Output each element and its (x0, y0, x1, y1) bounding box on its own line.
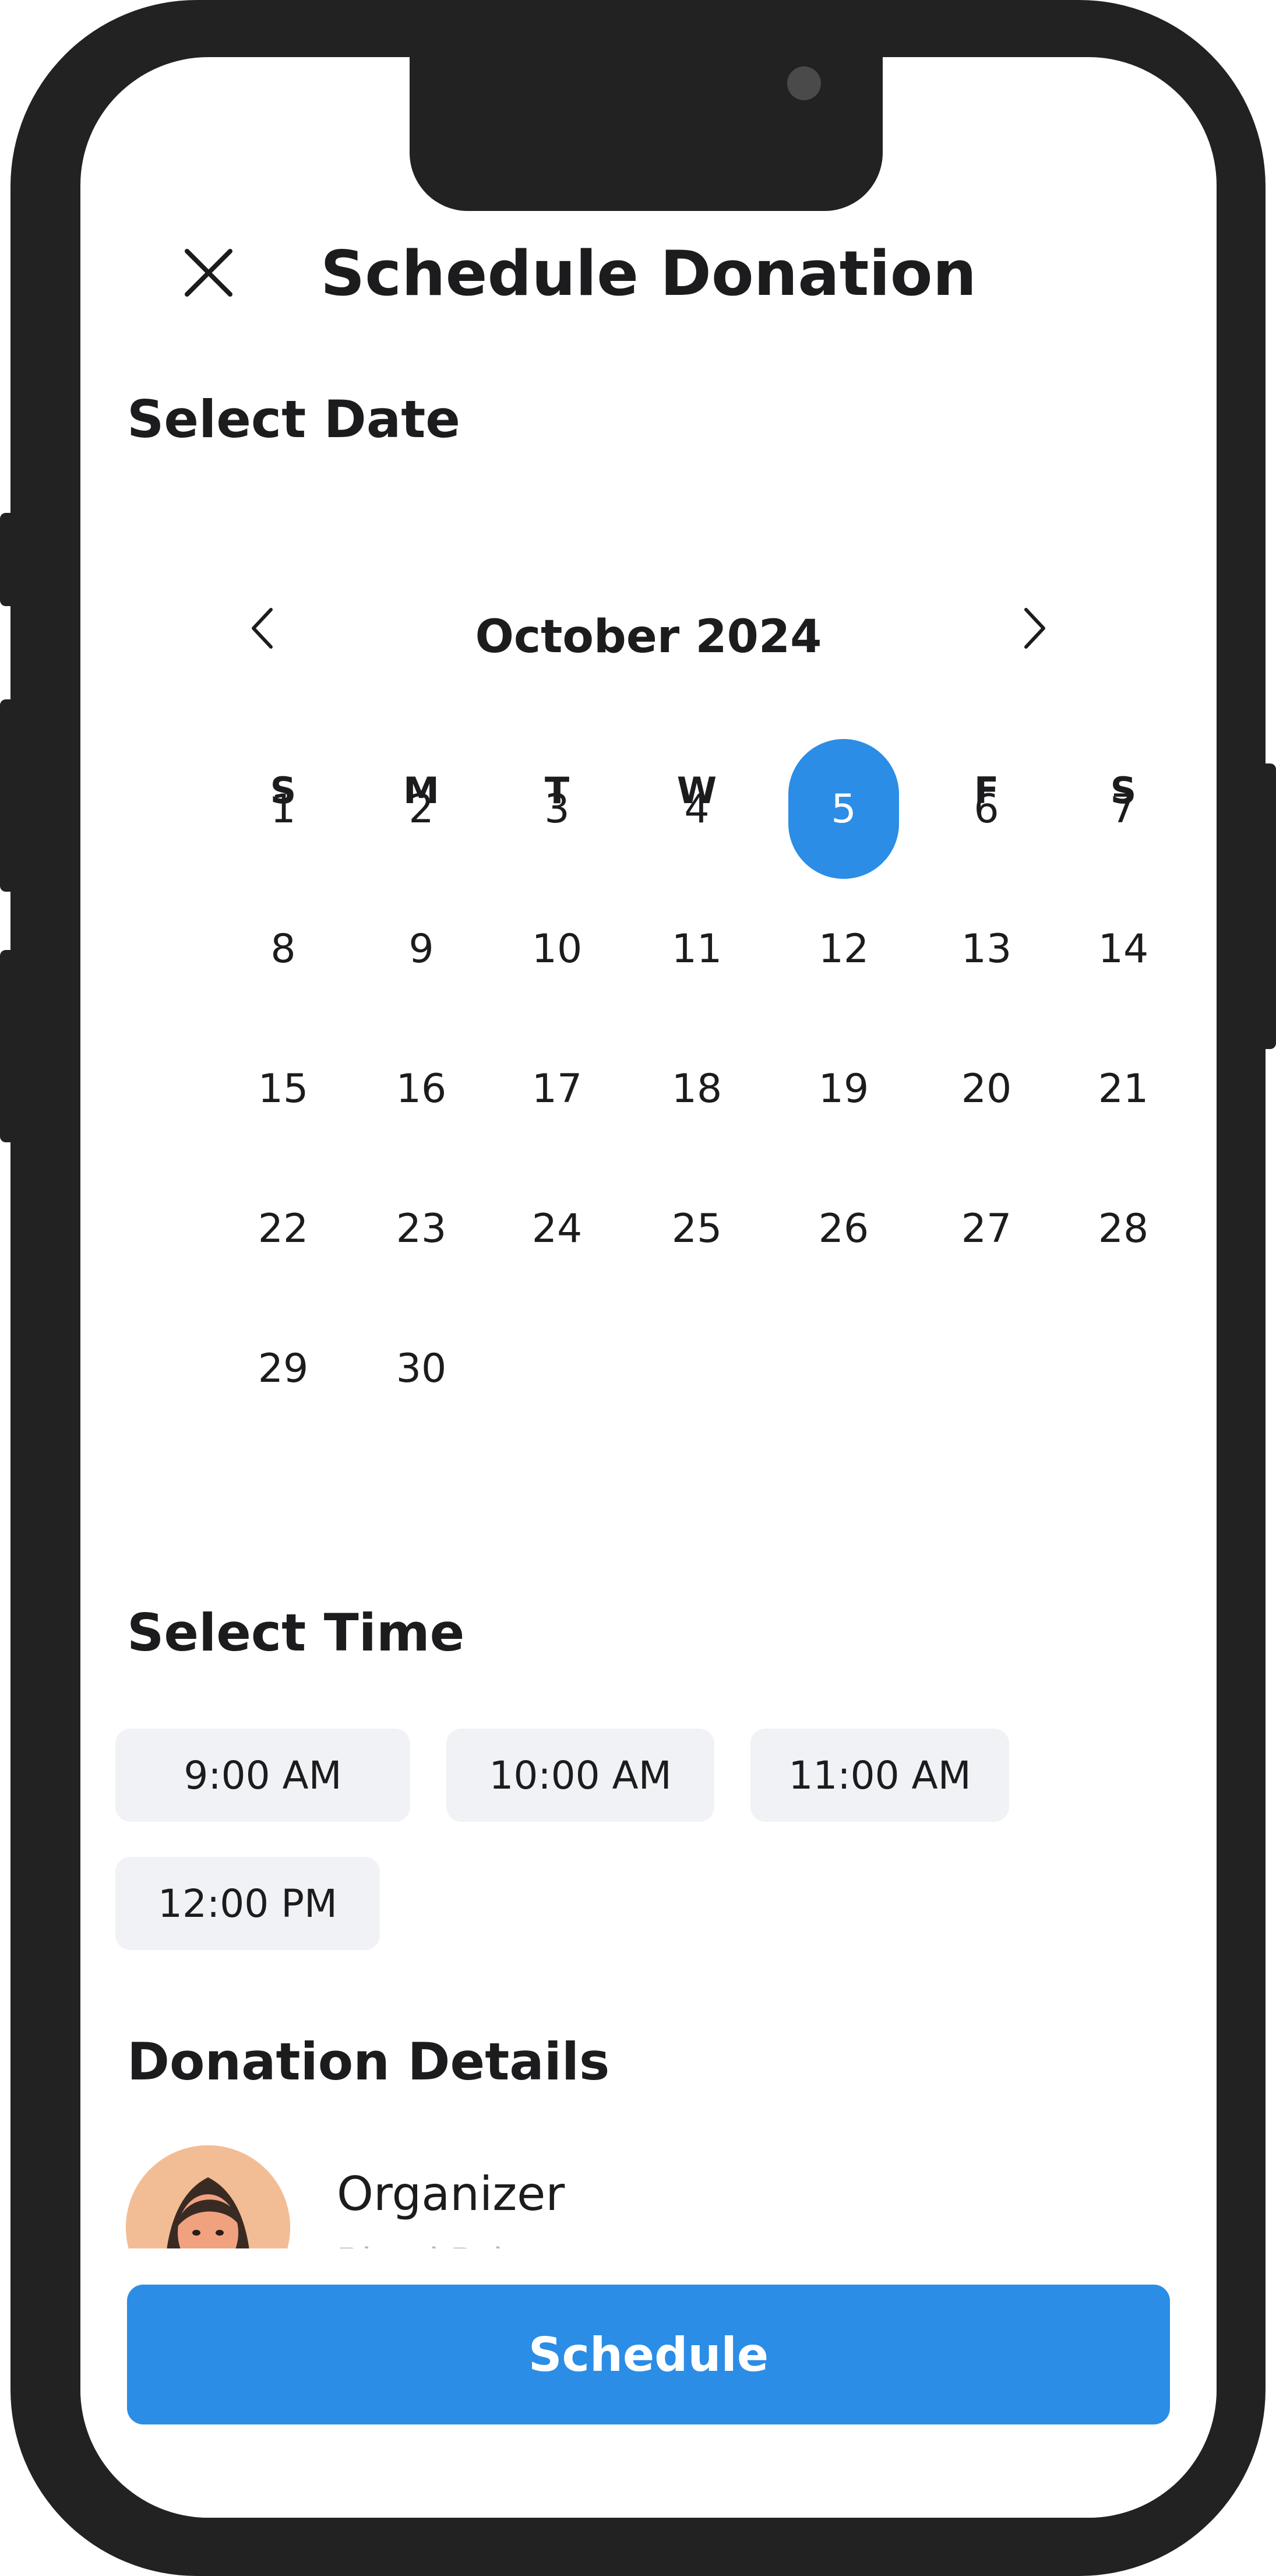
calendar-day[interactable]: 11 (641, 879, 752, 1019)
calendar-day[interactable]: 12 (788, 879, 899, 1019)
time-slot[interactable]: 12:00 PM (115, 1857, 380, 1950)
calendar-day[interactable]: 23 (366, 1159, 477, 1298)
calendar-day[interactable]: 8 (228, 879, 339, 1019)
calendar-day[interactable]: 3 (502, 739, 612, 879)
next-month-button[interactable] (1000, 593, 1070, 663)
organizer-label: Organizer (337, 2167, 565, 2221)
time-slot[interactable]: 9:00 AM (115, 1729, 410, 1822)
calendar-day[interactable]: 14 (1068, 879, 1179, 1019)
calendar-day[interactable]: 9 (366, 879, 477, 1019)
calendar-day[interactable]: 15 (228, 1019, 339, 1159)
time-slot[interactable]: 10:00 AM (446, 1729, 714, 1822)
calendar-day[interactable]: 27 (931, 1159, 1042, 1298)
donation-details-heading: Donation Details (127, 2032, 610, 2092)
camera-icon (787, 66, 821, 100)
time-slot[interactable]: 11:00 AM (750, 1729, 1009, 1822)
calendar-day[interactable]: 24 (502, 1159, 612, 1298)
select-time-heading: Select Time (127, 1603, 465, 1663)
schedule-button[interactable]: Schedule (127, 2285, 1170, 2424)
calendar-day[interactable]: 21 (1068, 1019, 1179, 1159)
calendar-day[interactable]: 1 (228, 739, 339, 879)
select-date-heading: Select Date (127, 389, 460, 449)
calendar-day[interactable]: 13 (931, 879, 1042, 1019)
phone-frame: Schedule Donation Select Date October 20… (10, 0, 1266, 2576)
chevron-right-icon (1024, 608, 1045, 649)
calendar-day[interactable]: 30 (366, 1298, 477, 1438)
calendar-day[interactable]: 20 (931, 1019, 1042, 1159)
page: Schedule Donation Select Date October 20… (0, 0, 1276, 2576)
calendar-day[interactable]: 19 (788, 1019, 899, 1159)
header: Schedule Donation (80, 220, 1217, 325)
calendar-day[interactable]: 26 (788, 1159, 899, 1298)
calendar-day[interactable]: 10 (502, 879, 612, 1019)
calendar-day[interactable]: 18 (641, 1019, 752, 1159)
calendar-day[interactable]: 28 (1068, 1159, 1179, 1298)
calendar-day[interactable]: 4 (641, 739, 752, 879)
calendar-day-selected[interactable]: 5 (788, 739, 899, 879)
notch (410, 57, 883, 211)
calendar-day[interactable]: 16 (366, 1019, 477, 1159)
page-title: Schedule Donation (320, 238, 977, 309)
calendar-day[interactable]: 17 (502, 1019, 612, 1159)
calendar-day[interactable]: 22 (228, 1159, 339, 1298)
calendar-day[interactable]: 7 (1068, 739, 1179, 879)
calendar-day[interactable]: 6 (931, 739, 1042, 879)
calendar-day[interactable]: 25 (641, 1159, 752, 1298)
calendar-day[interactable]: 2 (366, 739, 477, 879)
phone-screen: Schedule Donation Select Date October 20… (80, 57, 1217, 2518)
calendar-day[interactable]: 29 (228, 1298, 339, 1438)
